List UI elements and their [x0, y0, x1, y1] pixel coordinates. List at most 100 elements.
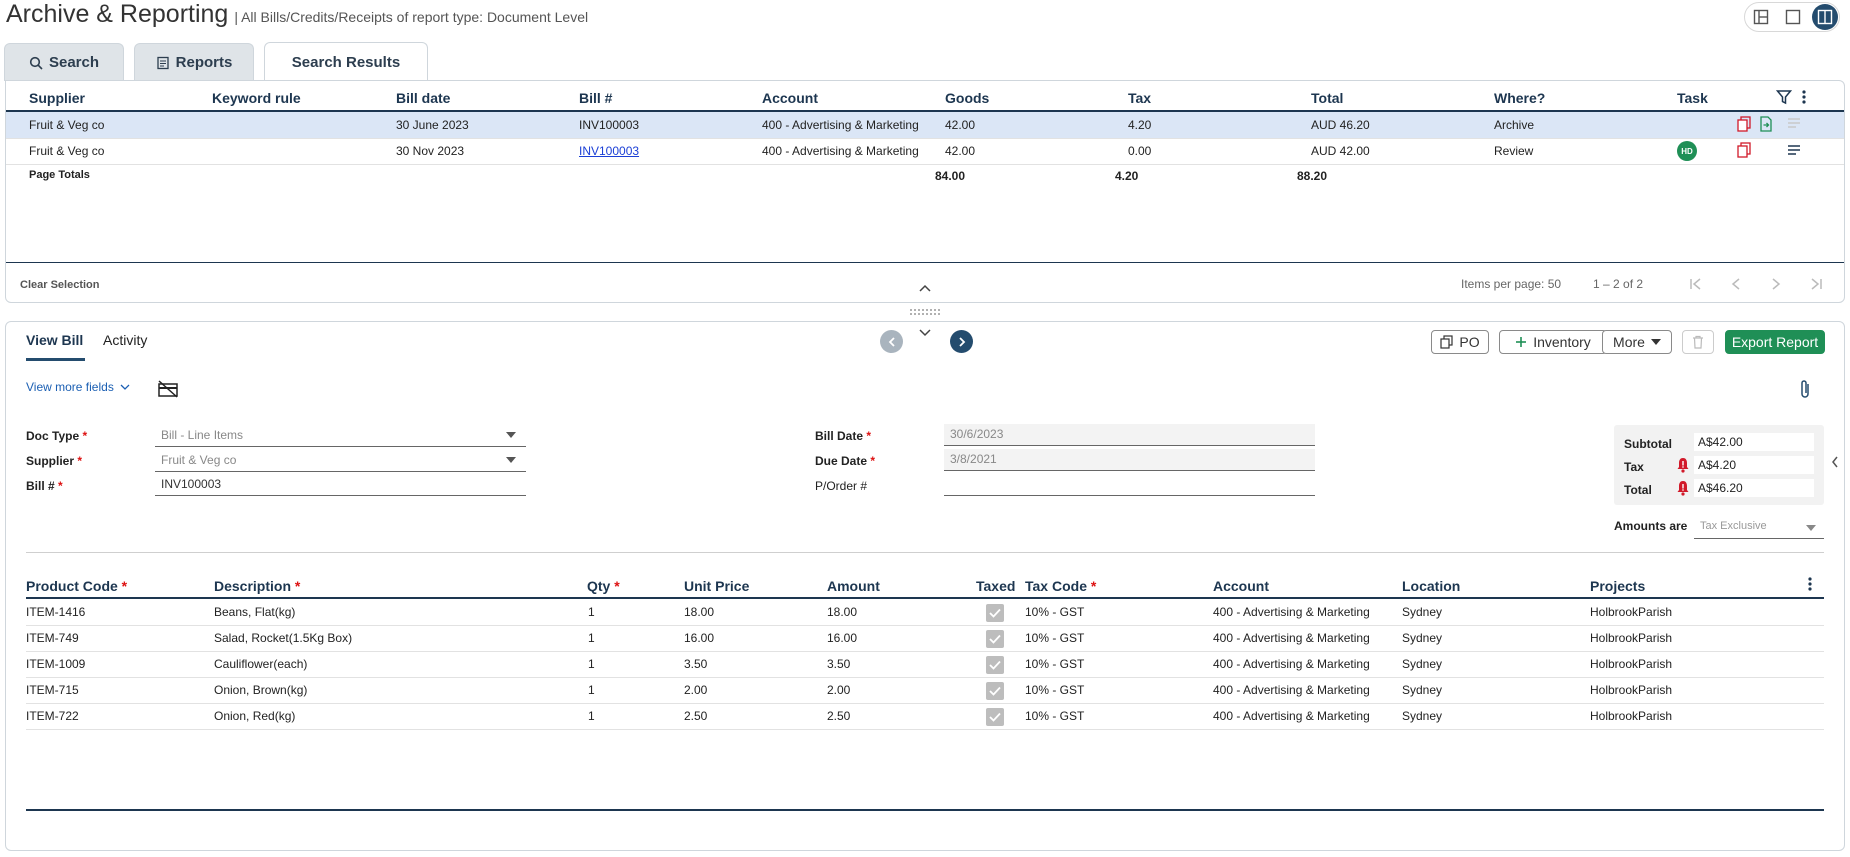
bill-number-input[interactable]: INV100003 [155, 474, 526, 496]
row-bill-number-link[interactable]: INV100003 [579, 144, 639, 158]
page-title: Archive & Reporting [6, 0, 229, 28]
supplier-select[interactable]: Fruit & Veg co [155, 450, 526, 472]
col-goods[interactable]: Goods [945, 90, 989, 106]
row-goods: 42.00 [945, 118, 976, 132]
tab-activity[interactable]: Activity [103, 332, 147, 348]
taxed-checkbox[interactable] [986, 682, 1004, 700]
line-amount: 18.00 [827, 605, 858, 619]
line-col-description[interactable]: Description * [214, 578, 300, 594]
row-goods: 42.00 [945, 144, 976, 158]
check-icon [989, 686, 1001, 696]
taxed-checkbox[interactable] [986, 708, 1004, 726]
trash-icon [1693, 335, 1703, 349]
chevron-right-icon [958, 336, 965, 347]
more-button[interactable]: More [1602, 330, 1672, 354]
collapse-up-icon[interactable] [918, 283, 932, 293]
bill-date-input[interactable]: 30/6/2023 [944, 424, 1315, 446]
table-row[interactable] [6, 139, 1844, 165]
notes-icon[interactable] [1787, 144, 1801, 156]
line-col-product-code[interactable]: Product Code * [26, 578, 127, 594]
next-page-icon[interactable] [1768, 276, 1784, 292]
line-col-location[interactable]: Location [1402, 578, 1460, 594]
line-col-tax-code[interactable]: Tax Code * [1025, 578, 1096, 594]
inventory-button[interactable]: Inventory [1499, 330, 1607, 354]
col-account[interactable]: Account [762, 90, 818, 106]
collapse-side-icon[interactable] [1830, 455, 1840, 469]
tab-reports[interactable]: Reports [134, 43, 254, 81]
kebab-menu-icon[interactable] [1800, 89, 1808, 105]
line-col-amount[interactable]: Amount [827, 578, 880, 594]
taxed-checkbox[interactable] [986, 630, 1004, 648]
copy-icon[interactable] [1737, 142, 1751, 158]
next-bill-button[interactable] [950, 330, 973, 353]
line-qty: 1 [588, 683, 595, 697]
copy-icon[interactable] [1737, 116, 1751, 132]
row-bill-number: INV100003 [579, 118, 640, 132]
prev-bill-button[interactable] [880, 330, 903, 353]
line-tax-code: 10% - GST [1025, 709, 1085, 723]
table-row[interactable] [6, 112, 1844, 138]
last-page-icon[interactable] [1808, 276, 1824, 292]
filter-icon[interactable] [1776, 89, 1792, 105]
notes-icon[interactable] [1787, 117, 1801, 129]
line-tax-code: 10% - GST [1025, 605, 1085, 619]
export-report-button[interactable]: Export Report [1725, 330, 1825, 354]
line-location: Sydney [1402, 605, 1443, 619]
line-tax-code: 10% - GST [1025, 683, 1085, 697]
items-per-page[interactable]: Items per page: 50 [1461, 277, 1561, 291]
total-label: Total [1624, 483, 1652, 497]
col-task[interactable]: Task [1677, 90, 1708, 106]
line-col-account[interactable]: Account [1213, 578, 1269, 594]
col-tax[interactable]: Tax [1128, 90, 1151, 106]
bill-date-label: Bill Date * [815, 429, 872, 443]
line-col-qty[interactable]: Qty * [587, 578, 620, 594]
tab-search[interactable]: Search [4, 43, 124, 81]
kebab-menu-icon[interactable] [1806, 576, 1814, 592]
line-product-code: ITEM-1009 [26, 657, 86, 671]
po-number-input[interactable] [944, 474, 1315, 496]
export-file-icon[interactable] [1759, 116, 1773, 132]
prev-page-icon[interactable] [1728, 276, 1744, 292]
doc-type-select[interactable]: Bill - Line Items [155, 425, 526, 447]
view-more-fields-toggle[interactable]: View more fields [26, 380, 130, 394]
line-amount: 2.50 [827, 709, 851, 723]
col-bill-number[interactable]: Bill # [579, 90, 612, 106]
po-button[interactable]: PO [1431, 330, 1489, 354]
tab-view-bill[interactable]: View Bill [26, 332, 83, 348]
col-supplier[interactable]: Supplier [29, 90, 85, 106]
side-layout-button[interactable] [1812, 4, 1838, 30]
line-col-unit-price[interactable]: Unit Price [684, 578, 749, 594]
col-total[interactable]: Total [1311, 90, 1343, 106]
alert-bell-icon[interactable] [1676, 480, 1690, 496]
search-icon [29, 56, 43, 70]
line-tax-code: 10% - GST [1025, 631, 1085, 645]
split-layout-button[interactable] [1748, 4, 1774, 30]
resize-handle-icon[interactable] [909, 308, 941, 316]
no-card-icon[interactable] [157, 380, 179, 398]
due-date-input[interactable]: 3/8/2021 [944, 449, 1315, 471]
alert-bell-icon[interactable] [1676, 457, 1690, 473]
expand-down-icon[interactable] [918, 328, 932, 338]
taxed-checkbox[interactable] [986, 604, 1004, 622]
amounts-are-select[interactable]: Tax Exclusive [1694, 517, 1824, 539]
col-bill-date[interactable]: Bill date [396, 90, 450, 106]
single-layout-button[interactable] [1780, 4, 1806, 30]
first-page-icon[interactable] [1688, 276, 1704, 292]
line-col-taxed[interactable]: Taxed [976, 578, 1015, 594]
line-location: Sydney [1402, 683, 1443, 697]
taxed-checkbox[interactable] [986, 656, 1004, 674]
table-row[interactable]: ITEM-715 Onion, Brown(kg) 1 2.00 2.00 10… [26, 678, 1824, 704]
table-row[interactable]: ITEM-1009 Cauliflower(each) 1 3.50 3.50 … [26, 652, 1824, 678]
check-icon [989, 634, 1001, 644]
line-col-projects[interactable]: Projects [1590, 578, 1645, 594]
paperclip-icon[interactable] [1798, 378, 1812, 400]
line-header-divider [26, 597, 1824, 599]
table-row[interactable]: ITEM-749 Salad, Rocket(1.5Kg Box) 1 16.0… [26, 626, 1824, 652]
tab-search-results[interactable]: Search Results [264, 42, 428, 82]
col-keyword-rule[interactable]: Keyword rule [212, 90, 301, 106]
table-row[interactable]: ITEM-722 Onion, Red(kg) 1 2.50 2.50 10% … [26, 704, 1824, 730]
table-row[interactable]: ITEM-1416 Beans, Flat(kg) 1 18.00 18.00 … [26, 600, 1824, 626]
delete-button[interactable] [1682, 330, 1714, 354]
col-where[interactable]: Where? [1494, 90, 1545, 106]
clear-selection-button[interactable]: Clear Selection [20, 279, 99, 291]
